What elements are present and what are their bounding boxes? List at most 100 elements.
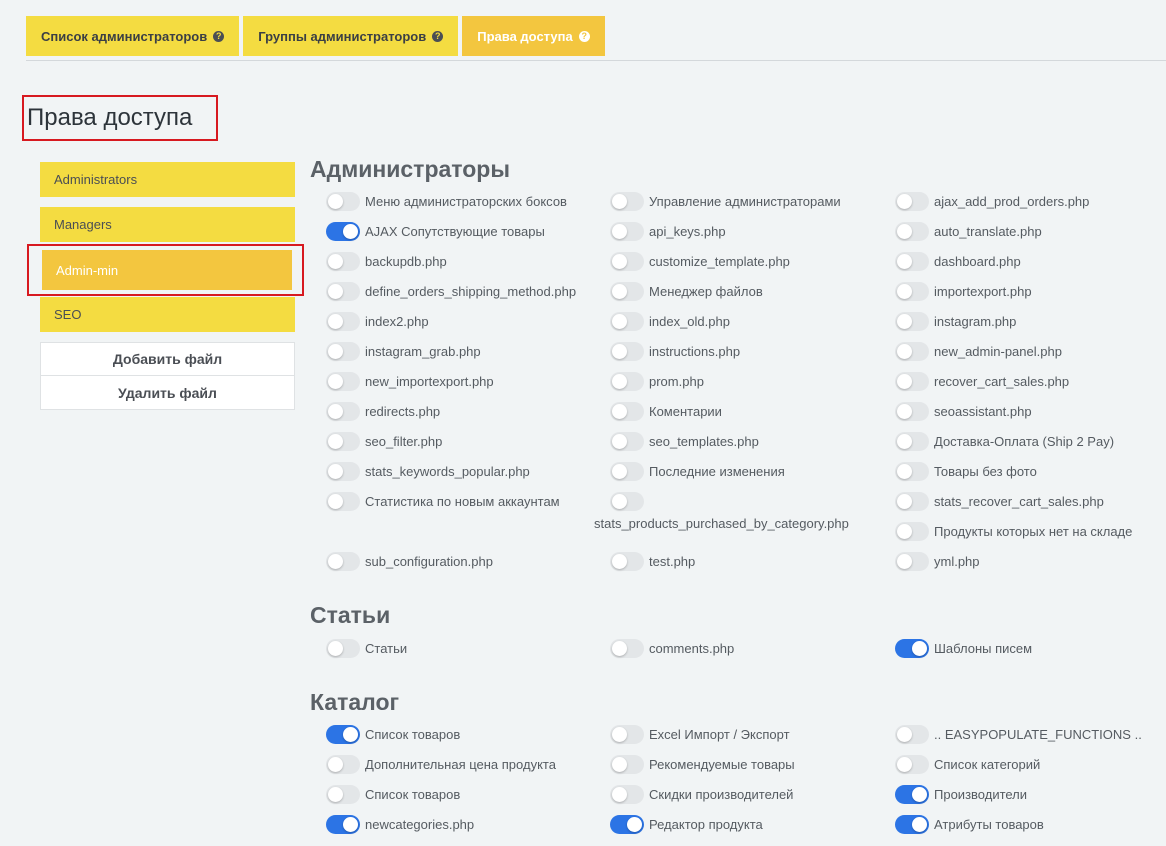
permission-toggle[interactable]: [326, 785, 360, 804]
permission-toggle[interactable]: [326, 755, 360, 774]
page-title-highlight: Права доступа: [22, 95, 218, 141]
tab-label: Группы администраторов: [258, 28, 427, 44]
permission-toggle[interactable]: [895, 192, 929, 211]
permission-label: new_admin-panel.php: [934, 344, 1062, 359]
permission-item: backupdb.php: [326, 252, 447, 271]
permission-toggle[interactable]: [895, 462, 929, 481]
permission-toggle[interactable]: [895, 252, 929, 271]
permission-label: Последние изменения: [649, 464, 785, 479]
permission-item: stats_recover_cart_sales.php: [895, 492, 1104, 511]
permission-toggle[interactable]: [326, 815, 360, 834]
tab-label: Права доступа: [477, 28, 573, 44]
permission-toggle[interactable]: [326, 552, 360, 571]
permission-toggle[interactable]: [610, 552, 644, 571]
permission-label: seoassistant.php: [934, 404, 1032, 419]
permission-item: auto_translate.php: [895, 222, 1042, 241]
group-label: SEO: [54, 307, 82, 322]
permission-toggle[interactable]: [610, 785, 644, 804]
permission-toggle[interactable]: [895, 432, 929, 451]
permission-toggle[interactable]: [326, 725, 360, 744]
toggle-knob: [897, 757, 912, 772]
permission-toggle[interactable]: [326, 432, 360, 451]
tab-admin-groups[interactable]: Группы администраторов ?: [243, 16, 459, 56]
permission-toggle[interactable]: [895, 725, 929, 744]
permission-label: Список товаров: [365, 727, 461, 742]
permission-toggle[interactable]: [610, 192, 644, 211]
permission-toggle[interactable]: [610, 282, 644, 301]
permission-label: Статистика по новым аккаунтам: [365, 494, 560, 509]
toggle-knob: [612, 284, 627, 299]
permission-toggle[interactable]: [610, 639, 644, 658]
permission-toggle[interactable]: [326, 282, 360, 301]
permission-toggle[interactable]: [895, 522, 929, 541]
permission-toggle[interactable]: [895, 552, 929, 571]
group-item-admin-min[interactable]: Admin-min: [27, 244, 304, 296]
permission-item: stats_keywords_popular.php: [326, 462, 530, 481]
group-item-administrators[interactable]: Administrators: [40, 162, 295, 197]
permission-toggle[interactable]: [610, 252, 644, 271]
permission-label: index2.php: [365, 314, 429, 329]
toggle-knob: [328, 374, 343, 389]
permission-toggle[interactable]: [895, 312, 929, 331]
permission-toggle[interactable]: [895, 222, 929, 241]
permission-item: Статьи: [326, 639, 407, 658]
toggle-knob: [897, 344, 912, 359]
toggle-knob: [897, 494, 912, 509]
permission-toggle[interactable]: [326, 492, 360, 511]
permission-toggle[interactable]: [895, 402, 929, 421]
permission-label: instagram.php: [934, 314, 1017, 329]
group-item-managers[interactable]: Managers: [40, 207, 295, 242]
permission-toggle[interactable]: [895, 785, 929, 804]
toggle-knob: [612, 224, 627, 239]
permission-toggle[interactable]: [326, 342, 360, 361]
permission-toggle[interactable]: [326, 252, 360, 271]
toggle-knob: [897, 314, 912, 329]
permission-toggle[interactable]: [895, 815, 929, 834]
tab-access-rights[interactable]: Права доступа ?: [462, 16, 605, 56]
permission-item: redirects.php: [326, 402, 441, 421]
permission-toggle[interactable]: [610, 342, 644, 361]
permission-toggle[interactable]: [326, 372, 360, 391]
permission-toggle[interactable]: [610, 725, 644, 744]
permission-toggle[interactable]: [326, 192, 360, 211]
permission-toggle[interactable]: [610, 222, 644, 241]
permission-toggle[interactable]: [895, 372, 929, 391]
permission-toggle[interactable]: [895, 492, 929, 511]
permission-toggle[interactable]: [895, 342, 929, 361]
permission-label: Excel Импорт / Экспорт: [649, 727, 790, 742]
tab-admin-list[interactable]: Список администраторов ?: [26, 16, 240, 56]
permission-toggle[interactable]: [326, 402, 360, 421]
permission-toggle[interactable]: [610, 372, 644, 391]
permission-toggle[interactable]: [326, 462, 360, 481]
help-icon: ?: [213, 30, 225, 42]
permission-label: Доставка-Оплата (Ship 2 Pay): [934, 434, 1115, 449]
permission-item: Статистика по новым аккаунтам: [326, 492, 560, 511]
permission-toggle[interactable]: [610, 402, 644, 421]
permission-toggle[interactable]: [326, 312, 360, 331]
add-file-button[interactable]: Добавить файл: [40, 342, 295, 376]
permission-toggle[interactable]: [326, 222, 360, 241]
permission-toggle[interactable]: [895, 639, 929, 658]
permission-label: Редактор продукта: [649, 817, 763, 832]
permission-item: newcategories.php: [326, 815, 474, 834]
delete-file-button[interactable]: Удалить файл: [40, 376, 295, 410]
permission-item: stats_products_purchased_by_category.php: [594, 492, 849, 531]
toggle-knob: [328, 314, 343, 329]
permission-toggle[interactable]: [610, 462, 644, 481]
permission-toggle[interactable]: [895, 282, 929, 301]
toggle-knob: [912, 641, 927, 656]
permission-label: prom.php: [649, 374, 704, 389]
permission-label: stats_products_purchased_by_category.php: [594, 516, 849, 531]
group-item-seo[interactable]: SEO: [40, 297, 295, 332]
toggle-knob: [328, 787, 343, 802]
permission-toggle[interactable]: [610, 312, 644, 331]
permission-toggle[interactable]: [610, 755, 644, 774]
permission-label: redirects.php: [365, 404, 441, 419]
permission-toggle[interactable]: [895, 755, 929, 774]
toggle-knob: [897, 284, 912, 299]
permission-toggle[interactable]: [326, 639, 360, 658]
permission-toggle[interactable]: [610, 492, 644, 511]
permission-toggle[interactable]: [610, 815, 644, 834]
toggle-knob: [912, 787, 927, 802]
permission-toggle[interactable]: [610, 432, 644, 451]
